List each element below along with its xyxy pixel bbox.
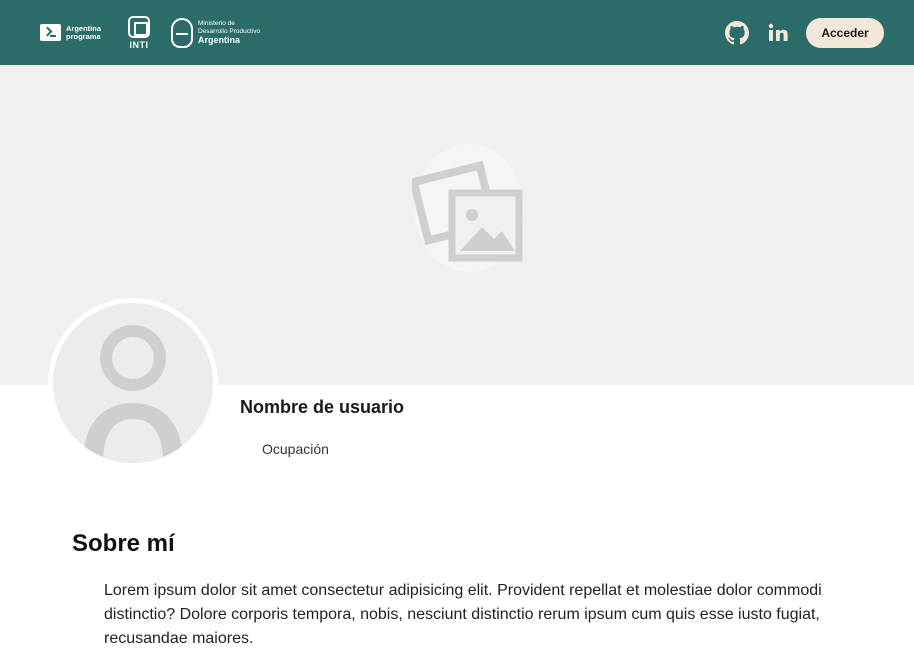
ministerio-line-2: Desarrollo Productivo	[198, 27, 261, 35]
about-paragraph: Lorem ipsum dolor sit amet consectetur a…	[104, 582, 822, 647]
user-placeholder-icon	[83, 325, 183, 463]
terminal-icon	[40, 24, 61, 41]
argentina-programa-logo[interactable]: Argentina programa	[40, 0, 106, 65]
occupation-text: Ocupación	[262, 441, 329, 457]
argentina-programa-text: Argentina programa	[66, 23, 102, 41]
ministerio-text: Ministerio de Desarrollo Productivo Arge…	[198, 20, 260, 45]
avatar-frame	[53, 303, 213, 463]
about-heading: Sobre mí	[72, 530, 175, 557]
inti-text: INTI	[129, 39, 149, 50]
coat-of-arms-icon	[171, 17, 193, 48]
ministerio-logo[interactable]: Ministerio de Desarrollo Productivo Arge…	[171, 0, 260, 65]
linkedin-icon[interactable]	[766, 21, 790, 45]
inti-logo[interactable]: INTI	[128, 0, 150, 65]
github-icon[interactable]	[725, 21, 749, 45]
top-navbar: Argentina programa INTI Ministerio de De…	[0, 0, 914, 65]
username-heading: Nombre de usuario	[240, 397, 405, 417]
ministerio-line-3: Argentina	[198, 35, 241, 45]
ministerio-line-1: Ministerio de	[198, 20, 235, 27]
login-button[interactable]: Acceder	[806, 18, 884, 48]
profile-avatar[interactable]	[48, 298, 218, 468]
inti-mark-icon	[128, 15, 150, 38]
image-placeholder-icon	[412, 144, 524, 272]
